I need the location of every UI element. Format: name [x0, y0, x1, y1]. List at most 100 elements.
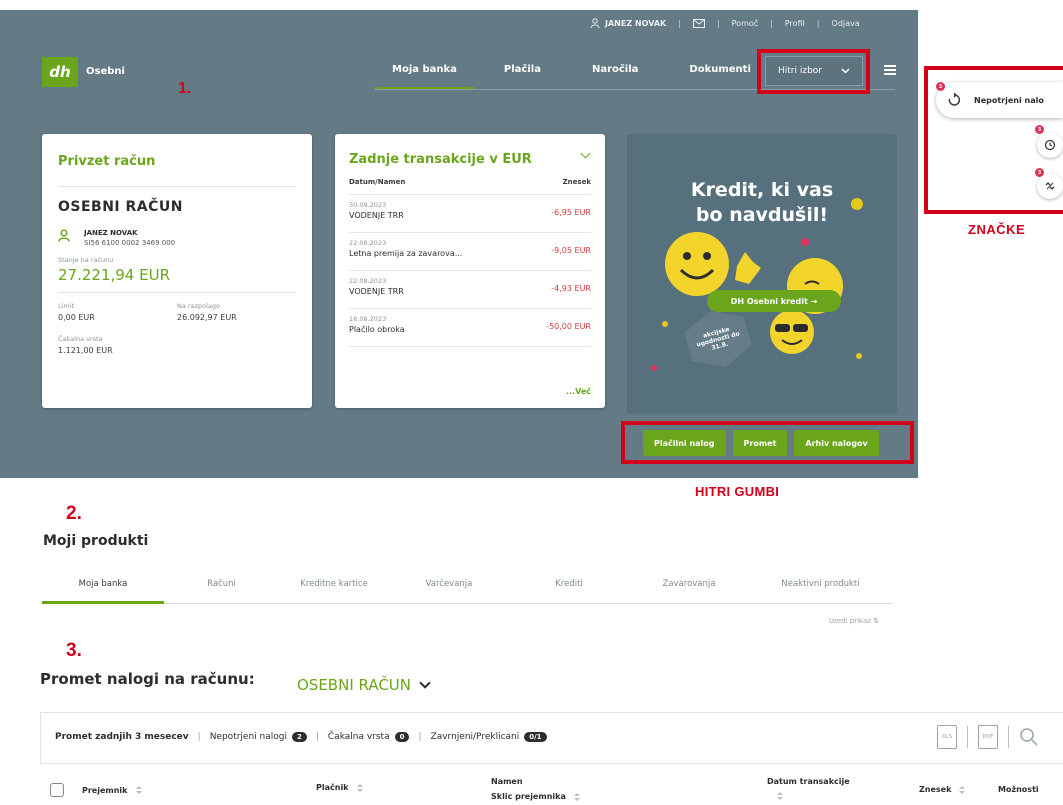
col-date[interactable]: Datum transakcije: [767, 777, 850, 800]
account-holder: JANEZ NOVAK SI56 6100 0002 3469 000: [58, 229, 296, 247]
mail-icon[interactable]: [692, 18, 705, 28]
col-label: Sklic prejemnika: [491, 792, 566, 801]
tab-neaktivni-produkti[interactable]: Neaktivni produkti: [749, 579, 892, 603]
separator: [967, 726, 968, 748]
account-name[interactable]: OSEBNI RAČUN: [58, 199, 296, 215]
account-selector[interactable]: OSEBNI RAČUN: [297, 676, 431, 694]
filter-rejected-cancelled[interactable]: Zavrnjeni/Preklicani 0/1: [431, 732, 547, 742]
holder-name: JANEZ NOVAK: [84, 229, 138, 237]
col-label: Znesek: [919, 785, 952, 794]
sort-icon: [573, 792, 580, 801]
tab-varcevanja[interactable]: Varčevanja: [389, 579, 509, 603]
export-tools: XLS PDF: [937, 725, 1039, 749]
card-title: Privzet račun: [58, 154, 156, 169]
top-strip: [0, 0, 1063, 10]
queue-label: Čakalna vrsta: [58, 335, 103, 343]
search-icon[interactable]: [1019, 727, 1039, 747]
more-link[interactable]: ...Več: [566, 387, 591, 396]
annotation-badges: ZNAČKE: [968, 222, 1026, 237]
orders-archive-button[interactable]: Arhiv nalogov: [794, 430, 879, 456]
tx-name: Letna premija za zavarova...: [349, 249, 463, 258]
tx-amount: -6,95 EUR: [551, 208, 591, 217]
annotation-quick-buttons: HITRI GUMBI: [695, 484, 780, 499]
tab-zavarovanja[interactable]: Zavarovanja: [629, 579, 749, 603]
tab-kreditne-kartice[interactable]: Kreditne kartice: [279, 579, 389, 603]
limit-value: 0,00 EUR: [58, 313, 95, 322]
pdf-export-icon[interactable]: PDF: [978, 725, 998, 749]
tab-krediti[interactable]: Krediti: [509, 579, 629, 603]
annotation-1: 1.: [178, 80, 192, 97]
turnover-button[interactable]: Promet: [732, 430, 788, 456]
promo-banner[interactable]: Kredit, ki vas bo navdušil! DH Osebni kr…: [627, 134, 897, 414]
user-menu[interactable]: JANEZ NOVAK: [590, 18, 666, 28]
transactions-card: Zadnje transakcije v EUR Datum/Namen Zne…: [335, 134, 605, 408]
edit-view-link[interactable]: Uredi prikaz ⇅: [829, 617, 879, 625]
annotation-3: 3.: [66, 640, 82, 661]
transaction-row[interactable]: 22.08.2023 Letna premija za zavarova... -…: [349, 233, 591, 271]
tx-amount: -50,00 EUR: [546, 322, 591, 331]
tx-amount: -9,05 EUR: [551, 246, 591, 255]
filter-pending-orders[interactable]: Nepotrjeni nalogi 2: [210, 732, 307, 742]
help-link[interactable]: Pomoč: [732, 19, 759, 28]
separator: |: [770, 18, 773, 28]
tx-date: 18.08.2023: [349, 315, 387, 323]
separator: |: [418, 732, 422, 742]
filter-turnover-3-months[interactable]: Promet zadnjih 3 mesecev: [55, 732, 189, 742]
nav-dokumenti[interactable]: Dokumenti: [655, 64, 767, 90]
sort-icon: [135, 786, 142, 794]
tx-name: VODENJE TRR: [349, 211, 404, 220]
sort-icon: [356, 783, 363, 792]
edit-view-label: Uredi prikaz: [829, 617, 871, 625]
tab-racuni[interactable]: Računi: [164, 579, 279, 603]
tx-name: Plačilo obroka: [349, 325, 405, 334]
col-label: Prejemnik: [82, 785, 128, 795]
xls-export-icon[interactable]: XLS: [937, 725, 957, 749]
col-payer[interactable]: Plačnik: [316, 783, 363, 792]
sliders-icon: ⇅: [873, 617, 880, 625]
divider: [58, 186, 296, 187]
payment-order-button[interactable]: Plačilni nalog: [643, 430, 726, 456]
nav-moja-banka[interactable]: Moja banka: [375, 64, 474, 90]
transaction-row[interactable]: 30.09.2023 VODENJE TRR -6,95 EUR: [349, 195, 591, 233]
separator: [1008, 726, 1009, 748]
select-all-checkbox[interactable]: [50, 783, 64, 797]
nav-placila[interactable]: Plačila: [474, 64, 558, 90]
promo-cta-button[interactable]: DH Osebni kredit →: [707, 290, 841, 312]
menu-icon[interactable]: [884, 65, 896, 75]
col-date-purpose: Datum/Namen: [349, 178, 406, 186]
user-icon: [58, 229, 70, 242]
col-recipient[interactable]: Prejemnik: [50, 783, 142, 797]
quick-buttons: Plačilni nalog Promet Arhiv nalogov: [643, 430, 879, 456]
available-label: Na razpolago: [177, 302, 220, 310]
transactions-header: Datum/Namen Znesek: [349, 167, 591, 195]
balance-label: Stanje na računu: [58, 256, 114, 264]
divider: [58, 292, 296, 293]
col-purpose[interactable]: Namen Sklic prejemnika: [491, 777, 580, 801]
col-amount[interactable]: Znesek: [919, 785, 966, 794]
tx-date: 30.09.2023: [349, 201, 387, 209]
annotation-2: 2.: [66, 503, 82, 524]
products-tabs: Moja banka Računi Kreditne kartice Varče…: [42, 579, 892, 604]
segment-label: Osebni: [86, 66, 125, 77]
transaction-row[interactable]: 18.08.2023 Plačilo obroka -50,00 EUR: [349, 309, 591, 347]
col-label: Plačnik: [316, 783, 349, 792]
logo-mark: dh: [49, 63, 71, 81]
separator: |: [315, 732, 319, 742]
profile-link[interactable]: Profil: [785, 19, 805, 28]
col-label: Namen: [491, 777, 523, 786]
tx-date: 22.08.2023: [349, 277, 387, 285]
logout-link[interactable]: Odjava: [832, 19, 860, 28]
user-icon: [590, 18, 600, 28]
bank-logo[interactable]: dh: [42, 57, 78, 87]
filter-count: 0: [394, 732, 410, 742]
filter-queue[interactable]: Čakalna vrsta 0: [328, 732, 410, 742]
account-iban: SI56 6100 0002 3469 000: [84, 239, 176, 247]
nav-narocila[interactable]: Naročila: [558, 64, 655, 90]
tab-moja-banka[interactable]: Moja banka: [42, 579, 164, 604]
filter-count: 2: [291, 732, 307, 742]
col-label: Datum transakcije: [767, 777, 850, 786]
balance-value: 27.221,94 EUR: [58, 266, 170, 284]
filters: Promet zadnjih 3 mesecev | Nepotrjeni na…: [55, 732, 547, 742]
transaction-row[interactable]: 22.08.2023 VODENJE TRR -4,93 EUR: [349, 271, 591, 309]
orders-table-header: Prejemnik Plačnik Namen Sklic prejemnika…: [40, 771, 1063, 805]
